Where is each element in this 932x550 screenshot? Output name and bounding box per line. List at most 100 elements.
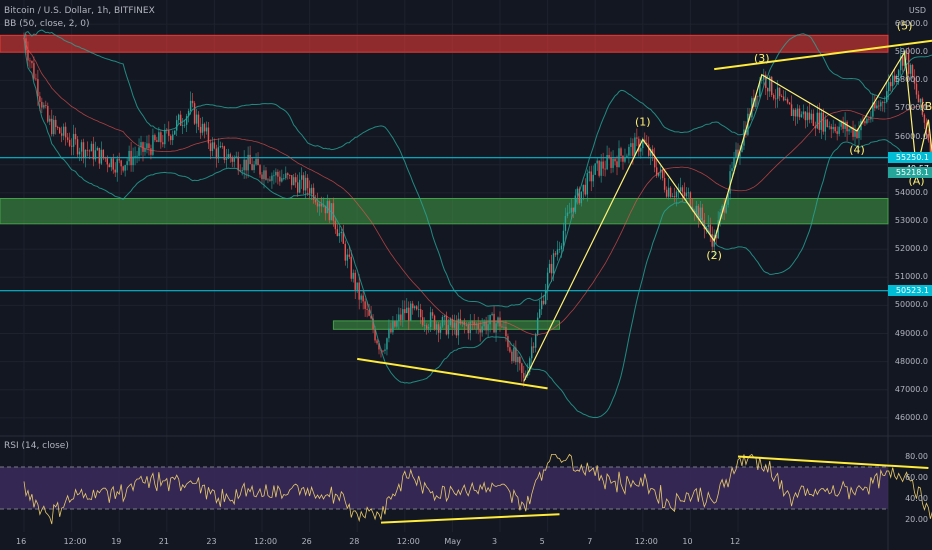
- candle-body: [620, 148, 622, 156]
- candle-body: [808, 112, 811, 120]
- candle-body: [170, 135, 172, 141]
- candle-body: [810, 113, 813, 120]
- candle-body: [788, 102, 791, 105]
- price-tick: 47000.0: [894, 384, 928, 394]
- candle-body: [283, 178, 285, 179]
- candle-body: [31, 60, 33, 64]
- candle-body: [495, 323, 497, 333]
- candle-body: [80, 142, 83, 152]
- candle-body: [336, 229, 339, 237]
- price-tick: 57000.0: [894, 103, 928, 113]
- candle-body: [298, 179, 301, 193]
- candle-body: [598, 160, 600, 176]
- candle-body: [423, 325, 426, 327]
- candle-body: [318, 203, 321, 207]
- candle-body: [441, 317, 444, 327]
- price-badge: 55218.1: [888, 167, 932, 179]
- candle-body: [489, 314, 491, 325]
- candle-body: [888, 82, 890, 92]
- candle-body: [291, 175, 293, 186]
- candle-body: [43, 105, 45, 108]
- candle-body: [146, 143, 148, 149]
- candle-body: [884, 101, 886, 103]
- price-chart[interactable]: (1)(2)(3)(4)(5)(A)(B)(C): [0, 0, 932, 550]
- candle-body: [685, 192, 688, 197]
- candle-body: [352, 272, 354, 279]
- candle-body: [37, 79, 39, 97]
- candle-body: [225, 158, 227, 160]
- candle-body: [287, 173, 289, 176]
- chart-window[interactable]: (1)(2)(3)(4)(5)(A)(B)(C) Bitcoin / U.S. …: [0, 0, 932, 550]
- candle-body: [552, 253, 555, 274]
- candle-body: [243, 159, 245, 171]
- time-tick: 12:00: [396, 537, 420, 546]
- candle-body: [84, 149, 87, 158]
- time-tick: 28: [349, 537, 360, 546]
- price-tick: 50000.0: [894, 300, 928, 310]
- candle-body: [600, 161, 602, 176]
- candle-body: [404, 309, 406, 314]
- price-tick: 58000.0: [894, 75, 928, 85]
- candle-body: [447, 324, 450, 335]
- candle-body: [503, 326, 505, 328]
- candle-body: [425, 325, 428, 329]
- candle-body: [390, 328, 392, 333]
- candle-body: [538, 309, 541, 318]
- candle-body: [78, 151, 81, 155]
- candle-body: [366, 308, 368, 310]
- candle-body: [792, 109, 795, 117]
- candle-body: [866, 118, 868, 124]
- candle-body: [548, 263, 551, 273]
- candle-body: [376, 340, 378, 344]
- candle-body: [560, 245, 563, 250]
- candle-body: [584, 184, 586, 195]
- candle-body: [219, 145, 222, 148]
- candle-body: [774, 98, 777, 100]
- time-tick: 7: [587, 537, 593, 546]
- candle-body: [47, 105, 49, 122]
- candle-body: [108, 164, 110, 168]
- candle-body: [634, 137, 636, 156]
- candle-body: [90, 143, 93, 152]
- candle-body: [68, 139, 71, 146]
- candle-body: [110, 158, 112, 168]
- candle-body: [481, 326, 483, 333]
- candle-body: [350, 256, 352, 279]
- candle-body: [308, 188, 311, 194]
- candle-body: [281, 178, 283, 182]
- candle-body: [356, 282, 358, 290]
- candle-body: [223, 146, 226, 160]
- candle-body: [868, 118, 870, 120]
- candle-body: [570, 207, 573, 213]
- candle-body: [70, 145, 73, 147]
- price-badge: 55250.1: [888, 151, 932, 163]
- candle-body: [675, 191, 678, 198]
- candle-body: [780, 96, 783, 97]
- candle-body: [314, 199, 317, 203]
- candle-body: [62, 126, 65, 136]
- candle-body: [98, 147, 101, 164]
- candle-body: [419, 309, 422, 318]
- candle-body: [33, 63, 35, 79]
- candle-body: [592, 174, 594, 182]
- candle-body: [237, 156, 239, 171]
- candle-body: [487, 324, 489, 331]
- time-tick: 12: [730, 537, 741, 546]
- candle-body: [564, 215, 567, 231]
- time-tick: 26: [301, 537, 312, 546]
- candle-body: [501, 326, 503, 328]
- candle-body: [312, 187, 315, 200]
- candle-body: [479, 328, 481, 333]
- candle-body: [826, 119, 828, 128]
- candle-body: [681, 187, 684, 192]
- candle-body: [445, 315, 448, 335]
- time-tick: 3: [492, 537, 498, 546]
- candle-body: [402, 309, 404, 320]
- rsi-trend-line: [380, 513, 560, 524]
- candle-body: [100, 149, 103, 164]
- candle-body: [354, 272, 356, 290]
- candle-body: [92, 143, 95, 160]
- candle-body: [193, 103, 196, 124]
- candle-body: [471, 321, 473, 323]
- candle-body: [27, 50, 29, 61]
